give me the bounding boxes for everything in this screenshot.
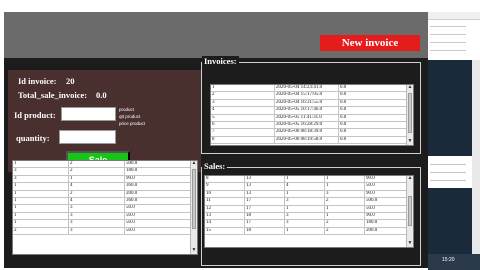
scroll-down-icon[interactable]: ▼ bbox=[191, 248, 197, 254]
ide-dark-panel bbox=[428, 188, 472, 254]
sales-scrollbar[interactable]: ▲ ▼ bbox=[406, 176, 413, 247]
hint-product: product bbox=[119, 107, 135, 112]
ide-line bbox=[430, 172, 466, 173]
table-row[interactable]: 7 2020-05-06 08:18:39.0 0.0 bbox=[211, 129, 413, 137]
invoices-label: Invoices: bbox=[202, 56, 239, 66]
table-row[interactable]: 3 2020-05-04 16:31:55.0 0.0 bbox=[211, 99, 413, 108]
table-row[interactable]: 14 17 3 2 180.0 bbox=[205, 220, 413, 228]
hint-price-product: price product bbox=[119, 121, 146, 126]
ide-scrollbar[interactable] bbox=[472, 60, 480, 254]
scroll-down-icon[interactable]: ▼ bbox=[407, 241, 413, 247]
total-sale-label: Total_sale_invoice: bbox=[18, 90, 88, 100]
table-row[interactable]: 1 3 50.0 bbox=[13, 205, 197, 213]
id-invoice-label: Id invoice: bbox=[18, 76, 57, 86]
scroll-thumb[interactable] bbox=[192, 169, 196, 229]
table-row[interactable]: 11 17 3 2 500.0 bbox=[205, 198, 413, 206]
product-table-scrollbar[interactable]: ▲ ▼ bbox=[190, 161, 197, 254]
table-row[interactable]: 1 4 360.0 bbox=[13, 197, 197, 206]
table-row[interactable]: 15 18 1 2 200.0 bbox=[205, 227, 413, 236]
table-row[interactable]: 3 1 90.0 bbox=[13, 175, 197, 184]
clock: 15:20 bbox=[442, 257, 455, 263]
ide-line bbox=[430, 26, 466, 27]
ide-line bbox=[430, 164, 466, 165]
product-rows: 1 2 500.0 3 2 180.0 3 1 90.0 1 4 360.0 1 2 200.0 1… bbox=[13, 161, 197, 235]
scroll-down-icon[interactable]: ▼ bbox=[407, 139, 413, 145]
hint-qtt-product: qtt product bbox=[119, 114, 141, 119]
scroll-thumb[interactable] bbox=[408, 196, 412, 226]
table-row[interactable]: 12 17 1 1 50.0 bbox=[205, 205, 413, 213]
total-sale-value: 0.0 bbox=[96, 90, 107, 100]
table-row[interactable]: 1 2 500.0 bbox=[13, 161, 197, 169]
table-row[interactable]: 2 2020-05-04 15:17:05.0 0.0 bbox=[211, 92, 413, 100]
id-product-input[interactable] bbox=[61, 107, 116, 121]
table-row[interactable]: 3 2 180.0 bbox=[13, 168, 197, 176]
table-row[interactable]: 1 2 200.0 bbox=[13, 190, 197, 198]
scroll-up-icon[interactable]: ▲ bbox=[191, 161, 197, 167]
invoice-app-window: New invoice Id invoice: 20 Total_sale_in… bbox=[4, 12, 428, 268]
ide-line bbox=[430, 42, 466, 43]
scroll-up-icon[interactable]: ▲ bbox=[407, 176, 413, 182]
invoices-table[interactable]: 1 2020-05-04 14:23:41.0 0.0 2 2020-05-04 15… bbox=[210, 84, 414, 146]
table-row[interactable]: 8 13 1 1 90.0 bbox=[205, 176, 413, 184]
ide-line bbox=[430, 180, 466, 181]
top-bar: New invoice bbox=[4, 12, 428, 58]
desktop: New invoice Id invoice: 20 Total_sale_in… bbox=[0, 0, 480, 270]
table-row[interactable]: 4 2020-05-05 10:17:46.0 0.0 bbox=[211, 107, 413, 115]
ide-line bbox=[430, 34, 466, 35]
scroll-up-icon[interactable]: ▲ bbox=[407, 85, 413, 91]
background-ide-window: 15:20 bbox=[428, 12, 480, 270]
quantity-label: quantity: bbox=[16, 133, 50, 143]
id-invoice-value: 20 bbox=[66, 76, 75, 86]
table-row[interactable]: 9 13 4 1 50.0 bbox=[205, 183, 413, 191]
quantity-input[interactable] bbox=[59, 130, 116, 144]
invoice-form-panel: Id invoice: 20 Total_sale_invoice: 0.0 I… bbox=[8, 70, 201, 172]
ide-toolbar bbox=[428, 12, 480, 20]
sales-label: Sales: bbox=[202, 161, 228, 171]
new-invoice-button[interactable]: New invoice bbox=[320, 35, 420, 51]
ide-dark-panel bbox=[428, 60, 472, 156]
table-row[interactable]: 2 3 50.0 bbox=[13, 227, 197, 235]
table-row[interactable]: 8 2020-05-06 08:19:58.0 0.0 bbox=[211, 136, 413, 145]
table-row[interactable]: 1 3 50.0 bbox=[13, 212, 197, 221]
table-row[interactable]: 10 13 1 3 90.0 bbox=[205, 190, 413, 199]
table-row[interactable]: 1 3 50.0 bbox=[13, 220, 197, 228]
table-row[interactable]: 1 2020-05-04 14:23:41.0 0.0 bbox=[211, 85, 413, 93]
product-table[interactable]: 1 2 500.0 3 2 180.0 3 1 90.0 1 4 360.0 1 2 200.0 1… bbox=[12, 160, 198, 255]
table-row[interactable]: 13 18 3 1 90.0 bbox=[205, 212, 413, 221]
table-row[interactable]: 1 4 360.0 bbox=[13, 183, 197, 191]
table-row[interactable]: 6 2020-05-05 16:28:29.0 0.0 bbox=[211, 121, 413, 130]
sales-table[interactable]: 8 13 1 1 90.0 9 13 4 1 50.0 10 13 1 3 90.0 11 17 3 2 500… bbox=[204, 175, 414, 248]
invoices-scrollbar[interactable]: ▲ ▼ bbox=[406, 85, 413, 145]
table-row[interactable]: 5 2020-05-05 11:41:31.0 0.0 bbox=[211, 114, 413, 122]
ide-line bbox=[430, 50, 466, 51]
scroll-thumb[interactable] bbox=[408, 93, 412, 133]
id-product-label: Id product: bbox=[14, 110, 56, 120]
